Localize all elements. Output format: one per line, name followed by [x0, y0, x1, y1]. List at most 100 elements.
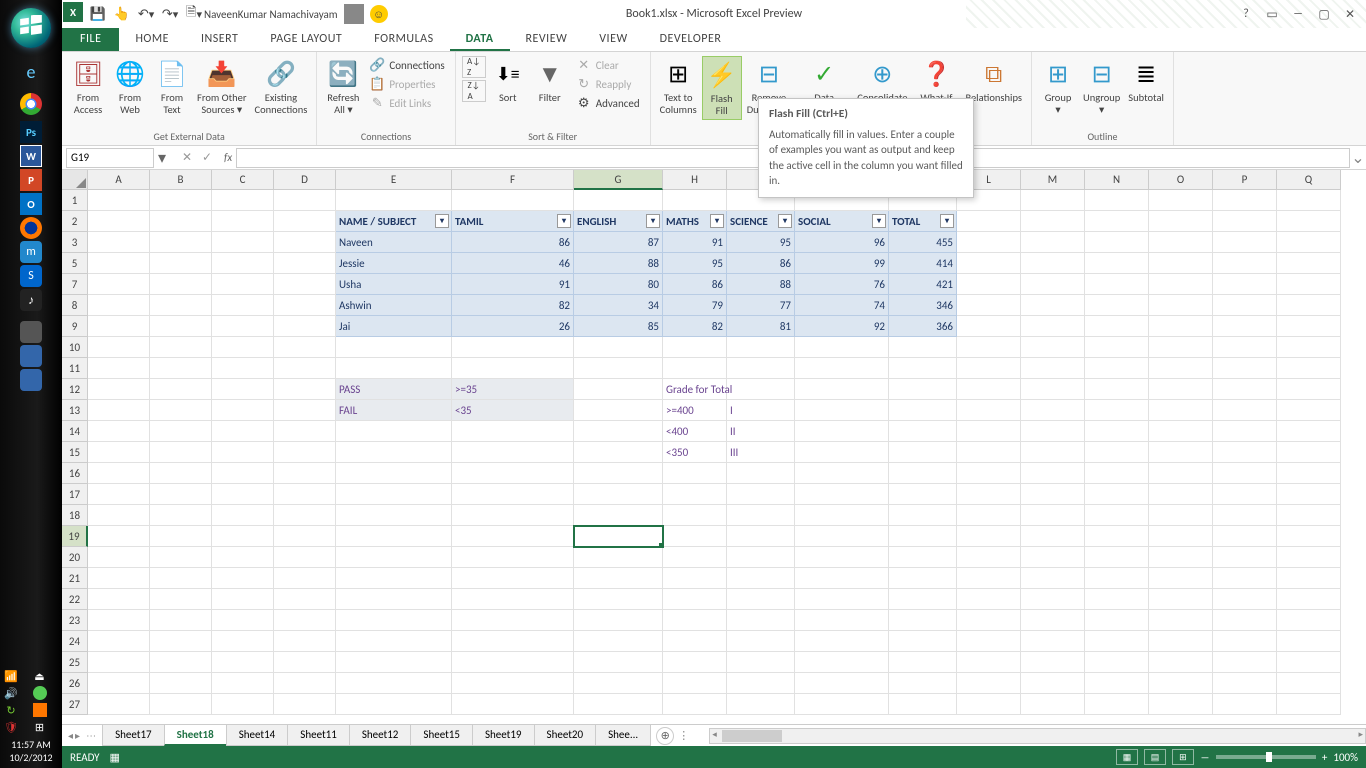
column-header[interactable]: A: [88, 170, 150, 190]
cell[interactable]: [1085, 337, 1149, 358]
cell[interactable]: [1021, 379, 1085, 400]
cell[interactable]: [452, 526, 574, 547]
cell[interactable]: [889, 337, 957, 358]
cell[interactable]: [1149, 589, 1213, 610]
cell[interactable]: [889, 379, 957, 400]
cell[interactable]: [1021, 547, 1085, 568]
row-header[interactable]: 10: [62, 337, 88, 358]
cell[interactable]: [574, 484, 663, 505]
row-header[interactable]: 27: [62, 694, 88, 715]
cell[interactable]: [663, 526, 727, 547]
cell[interactable]: [574, 505, 663, 526]
zoom-slider[interactable]: [1216, 755, 1316, 759]
cell[interactable]: 95: [663, 253, 727, 274]
cell[interactable]: [1213, 253, 1277, 274]
cell[interactable]: [212, 211, 274, 232]
cell[interactable]: 346: [889, 295, 957, 316]
cell[interactable]: [1021, 484, 1085, 505]
cell[interactable]: [889, 442, 957, 463]
cell[interactable]: [957, 211, 1021, 232]
cell[interactable]: [1213, 232, 1277, 253]
cell[interactable]: [1277, 316, 1341, 337]
cell[interactable]: [1213, 211, 1277, 232]
cell[interactable]: [452, 484, 574, 505]
cell[interactable]: [88, 253, 150, 274]
cell[interactable]: [663, 589, 727, 610]
zoom-in-icon[interactable]: +: [1322, 751, 1327, 764]
cell[interactable]: [212, 610, 274, 631]
cell[interactable]: [212, 316, 274, 337]
cell[interactable]: [1021, 589, 1085, 610]
cell[interactable]: [574, 694, 663, 715]
cell[interactable]: III: [727, 442, 795, 463]
cell[interactable]: [1085, 505, 1149, 526]
cell[interactable]: [1277, 232, 1341, 253]
cell[interactable]: [336, 484, 452, 505]
cell[interactable]: 86: [452, 232, 574, 253]
cell[interactable]: [574, 442, 663, 463]
cell[interactable]: [88, 190, 150, 211]
cell[interactable]: [795, 631, 889, 652]
from-text-button[interactable]: 📄From Text: [152, 56, 192, 118]
row-header[interactable]: 16: [62, 463, 88, 484]
cell[interactable]: [1021, 337, 1085, 358]
cell[interactable]: [88, 379, 150, 400]
cell[interactable]: [1149, 547, 1213, 568]
page-layout-view-icon[interactable]: ▤: [1144, 749, 1166, 765]
cell[interactable]: [150, 211, 212, 232]
cell[interactable]: [663, 568, 727, 589]
cell[interactable]: [452, 463, 574, 484]
filter-dropdown-icon[interactable]: ▾: [872, 214, 886, 228]
maximize-icon[interactable]: ▢: [1312, 4, 1336, 24]
cell[interactable]: [957, 400, 1021, 421]
cell[interactable]: 87: [574, 232, 663, 253]
cell[interactable]: [574, 526, 663, 547]
edit-links-button[interactable]: ✎Edit Links: [365, 94, 448, 112]
cell[interactable]: [889, 421, 957, 442]
expand-formula-bar-icon[interactable]: ⌄: [1350, 148, 1366, 168]
cell[interactable]: [1085, 694, 1149, 715]
qat-redo-icon[interactable]: ↷▾: [160, 4, 180, 24]
cell[interactable]: II: [727, 421, 795, 442]
cell[interactable]: 366: [889, 316, 957, 337]
cell[interactable]: [795, 421, 889, 442]
cell[interactable]: [336, 631, 452, 652]
cell[interactable]: [663, 463, 727, 484]
row-header[interactable]: 8: [62, 295, 88, 316]
cell[interactable]: 79: [663, 295, 727, 316]
sheet-tab[interactable]: Sheet15: [410, 725, 473, 746]
cell[interactable]: [957, 316, 1021, 337]
sort-button[interactable]: ⬇≡Sort: [488, 56, 528, 106]
cell[interactable]: SCIENCE▾: [727, 211, 795, 232]
cell[interactable]: [889, 526, 957, 547]
cell[interactable]: [336, 610, 452, 631]
cell[interactable]: [1149, 505, 1213, 526]
taskbar-app-icon[interactable]: [20, 369, 42, 391]
cell[interactable]: [88, 484, 150, 505]
group-button[interactable]: ⊞Group ▾: [1038, 56, 1078, 118]
cell[interactable]: [663, 631, 727, 652]
taskbar-word-icon[interactable]: W: [20, 145, 42, 167]
row-header[interactable]: 21: [62, 568, 88, 589]
tab-developer[interactable]: DEVELOPER: [644, 28, 738, 51]
sort-za-button[interactable]: Z↓A: [462, 80, 486, 102]
cell[interactable]: [88, 568, 150, 589]
cell[interactable]: [663, 337, 727, 358]
cell[interactable]: [1213, 568, 1277, 589]
cell[interactable]: 85: [574, 316, 663, 337]
cell[interactable]: [452, 442, 574, 463]
cell[interactable]: [452, 190, 574, 211]
qat-new-icon[interactable]: 🗎▾: [184, 4, 204, 24]
cell[interactable]: [1149, 253, 1213, 274]
cell[interactable]: [88, 547, 150, 568]
cell[interactable]: [150, 631, 212, 652]
cell[interactable]: [150, 274, 212, 295]
sort-az-button[interactable]: A↓Z: [462, 56, 486, 78]
cell[interactable]: [150, 673, 212, 694]
cell[interactable]: [663, 694, 727, 715]
cell[interactable]: [1085, 190, 1149, 211]
cell[interactable]: [1213, 316, 1277, 337]
cell[interactable]: [212, 253, 274, 274]
cell[interactable]: [1085, 400, 1149, 421]
existing-connections-button[interactable]: 🔗Existing Connections: [252, 56, 311, 118]
